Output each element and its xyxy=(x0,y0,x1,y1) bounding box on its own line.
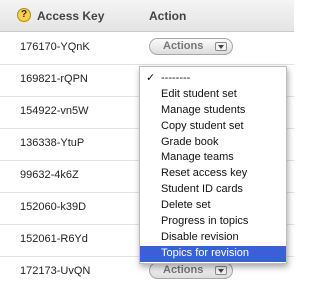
menu-item-disable-revision[interactable]: Disable revision xyxy=(140,230,286,246)
actions-dropdown-menu: ✓ -------- Edit student set Manage stude… xyxy=(139,66,287,264)
table-header: ? Access Key Action xyxy=(0,0,294,32)
access-key-value: 136338-YtuP xyxy=(20,137,85,149)
menu-item-delete-set[interactable]: Delete set xyxy=(140,198,286,214)
access-key-value: 154922-vn5W xyxy=(20,105,89,117)
access-key-value: 169821-rQPN xyxy=(20,73,88,85)
access-key-value: 152061-R6Yd xyxy=(20,233,88,245)
access-key-value: 152060-k39D xyxy=(20,201,87,213)
menu-item-manage-students[interactable]: Manage students xyxy=(140,103,286,119)
actions-button-label: Actions xyxy=(163,264,204,276)
menu-item-manage-teams[interactable]: Manage teams xyxy=(140,150,286,166)
checkmark-icon: ✓ xyxy=(146,72,156,84)
menu-item-student-id-cards[interactable]: Student ID cards xyxy=(140,182,286,198)
menu-item-label: -------- xyxy=(161,72,191,84)
menu-item-progress-in-topics[interactable]: Progress in topics xyxy=(140,214,286,230)
menu-item-edit-student-set[interactable]: Edit student set xyxy=(140,87,286,103)
action-column-header: Action xyxy=(149,9,187,23)
actions-button[interactable]: Actions xyxy=(149,262,233,279)
menu-item-placeholder[interactable]: ✓ -------- xyxy=(140,71,286,87)
access-key-column-header: Access Key xyxy=(37,9,105,23)
access-key-value: 99632-4k6Z xyxy=(20,169,79,181)
dropdown-arrow-icon xyxy=(215,266,227,275)
actions-button-label: Actions xyxy=(163,40,204,52)
menu-item-topics-for-revision[interactable]: Topics for revision xyxy=(140,245,286,262)
help-icon[interactable]: ? xyxy=(17,8,31,22)
dropdown-arrow-icon xyxy=(215,42,227,51)
menu-item-copy-student-set[interactable]: Copy student set xyxy=(140,119,286,135)
access-key-value: 172173-UvQN xyxy=(20,265,91,277)
actions-button[interactable]: Actions xyxy=(149,38,233,55)
table-row: 176170-YQnK Actions xyxy=(0,32,294,65)
access-key-value: 176170-YQnK xyxy=(20,41,90,53)
menu-item-reset-access-key[interactable]: Reset access key xyxy=(140,166,286,182)
access-key-table: ? Access Key Action 176170-YQnK Actions … xyxy=(0,0,294,288)
menu-item-grade-book[interactable]: Grade book xyxy=(140,135,286,151)
